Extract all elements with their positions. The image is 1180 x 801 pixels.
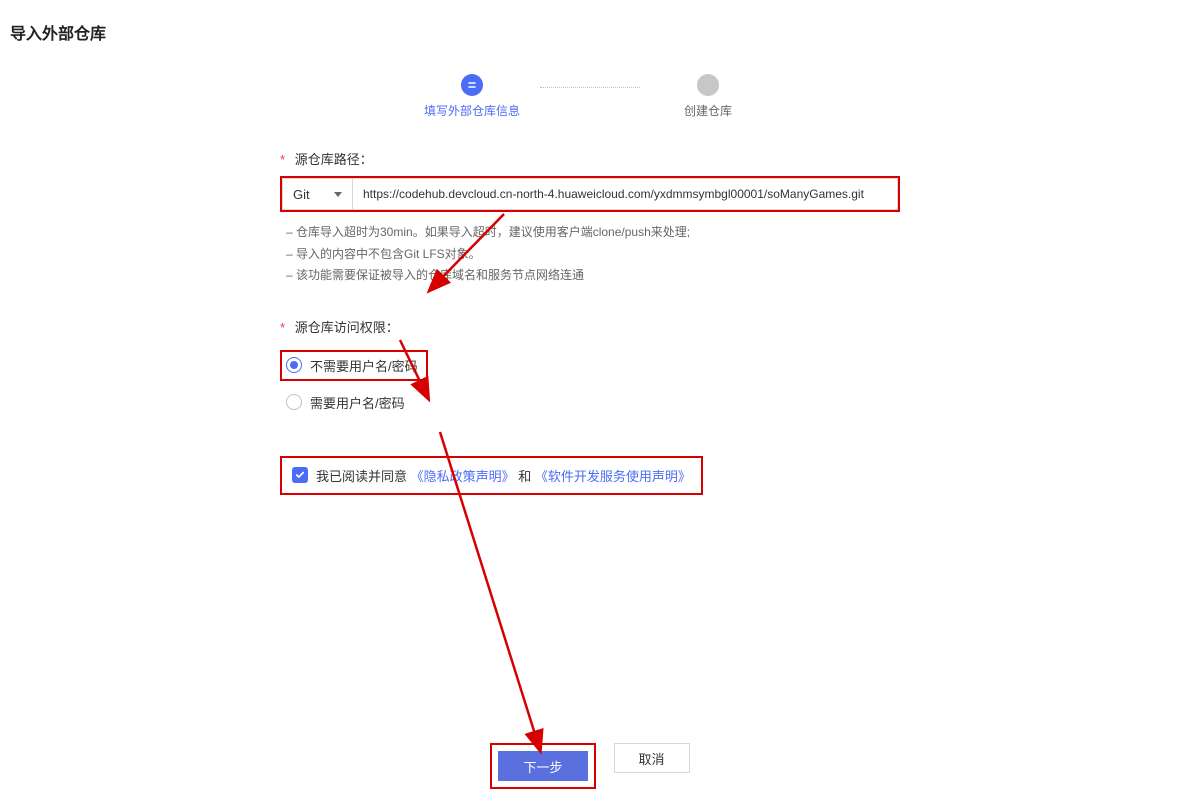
- checkbox-checked-icon: [292, 467, 308, 483]
- stepper: 填写外部仓库信息 创建仓库: [0, 74, 1180, 119]
- cancel-button[interactable]: 取消: [614, 743, 690, 773]
- hint-line-2: – 导入的内容中不包含Git LFS对象。: [286, 244, 900, 266]
- required-mark: *: [280, 152, 285, 167]
- radio-icon-checked: [286, 357, 302, 373]
- agreement-row: 我已阅读并同意 《隐私政策声明》 和 《软件开发服务使用声明》: [280, 456, 900, 495]
- next-button[interactable]: 下一步: [498, 751, 587, 781]
- hint-line-1: – 仓库导入超时为30min。如果导入超时，建议使用客户端clone/push来…: [286, 222, 900, 244]
- hint-line-3: – 该功能需要保证被导入的仓库域名和服务节点网络连通: [286, 265, 900, 287]
- radio-need-credentials-label: 需要用户名/密码: [310, 393, 405, 412]
- next-button-highlight: 下一步: [490, 743, 595, 789]
- source-path-label: * 源仓库路径：: [280, 149, 900, 168]
- source-path-label-text: 源仓库路径：: [295, 152, 373, 167]
- step-2-label: 创建仓库: [684, 102, 732, 119]
- step-1-circle: [461, 74, 483, 96]
- agreement-prefix: 我已阅读并同意: [316, 466, 407, 485]
- access-label: * 源仓库访问权限：: [280, 317, 900, 336]
- radio-no-credentials-label: 不需要用户名/密码: [310, 356, 418, 375]
- privacy-link[interactable]: 《隐私政策声明》: [411, 466, 515, 485]
- source-url-input[interactable]: [352, 178, 898, 210]
- radio-need-credentials[interactable]: 需要用户名/密码: [280, 393, 900, 412]
- chevron-down-icon: [334, 192, 342, 197]
- step-2: 创建仓库: [648, 74, 768, 119]
- footer-buttons: 下一步 取消: [0, 743, 1180, 789]
- page-title: 导入外部仓库: [0, 0, 1180, 64]
- required-mark: *: [280, 320, 285, 335]
- access-label-text: 源仓库访问权限：: [295, 320, 399, 335]
- agreement-checkbox-line[interactable]: 我已阅读并同意 《隐私政策声明》 和 《软件开发服务使用声明》: [280, 456, 703, 495]
- step-2-circle: [697, 74, 719, 96]
- radio-icon-unchecked: [286, 394, 302, 410]
- source-path-input-group: Git: [280, 176, 900, 212]
- access-permission-row: * 源仓库访问权限： 不需要用户名/密码 需要用户名/密码: [280, 317, 900, 412]
- agreement-and: 和: [518, 466, 531, 485]
- step-1-label: 填写外部仓库信息: [424, 102, 520, 119]
- protocol-select[interactable]: Git: [282, 178, 352, 210]
- protocol-selected-value: Git: [293, 187, 310, 202]
- step-connector: [540, 87, 640, 88]
- service-link[interactable]: 《软件开发服务使用声明》: [535, 466, 691, 485]
- hints: – 仓库导入超时为30min。如果导入超时，建议使用客户端clone/push来…: [280, 222, 900, 287]
- step-1: 填写外部仓库信息: [412, 74, 532, 119]
- radio-no-credentials[interactable]: 不需要用户名/密码: [280, 350, 428, 381]
- source-path-row: * 源仓库路径： Git – 仓库导入超时为30min。如果导入超时，建议使用客…: [280, 149, 900, 287]
